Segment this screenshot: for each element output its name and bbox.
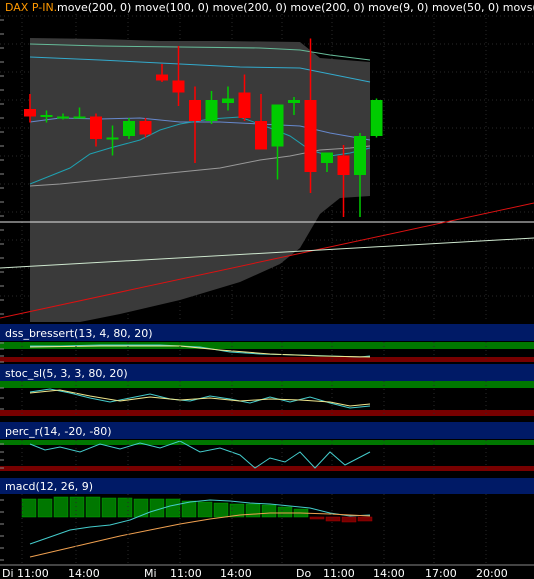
- time-label: 14:00: [68, 567, 100, 579]
- macd-panel-label: macd(12, 26, 9): [5, 480, 93, 493]
- stoc-overbought-band: [0, 381, 534, 388]
- indicator-list: move(200, 0) move(100, 0) move(200, 0) m…: [57, 1, 534, 14]
- candle-body: [90, 116, 102, 139]
- dss-oversold-band: [0, 357, 534, 362]
- candle-body: [139, 121, 152, 135]
- candle-body: [123, 121, 135, 136]
- macd-histogram-bar: [213, 502, 229, 518]
- time-label: 20:00: [476, 567, 508, 579]
- dss-panel[interactable]: dss_bressert(13, 4, 80, 20): [0, 324, 534, 362]
- macd-histogram-bar: [325, 516, 341, 522]
- candle-body: [156, 74, 168, 81]
- time-label: 14:00: [373, 567, 405, 579]
- macd-histogram-bar: [21, 498, 37, 518]
- macd-histogram-bar: [69, 496, 85, 518]
- price-panel[interactable]: [0, 0, 534, 322]
- time-label: 14:00: [220, 567, 252, 579]
- stoc-panel-label: stoc_sl(5, 3, 3, 80, 20): [5, 367, 128, 380]
- macd-histogram-bar: [197, 501, 213, 518]
- time-label: Do: [296, 567, 311, 579]
- macd-histogram-bar: [341, 516, 357, 523]
- macd-histogram: [21, 496, 373, 523]
- candle-body: [321, 152, 333, 163]
- candle-body: [238, 92, 251, 118]
- macd-histogram-bar: [101, 497, 117, 518]
- macd-histogram-bar: [165, 498, 181, 518]
- candle-body: [205, 100, 218, 121]
- perc-oversold-band: [0, 466, 534, 471]
- time-label: 11:00: [170, 567, 202, 579]
- macd-histogram-bar: [357, 516, 373, 522]
- candle-body: [304, 100, 317, 172]
- candle-body: [40, 115, 53, 117]
- perc-overbought-band: [0, 440, 534, 445]
- time-axis[interactable]: Di 11:00 14:00 Mi 11:00 14:00 Do 11:00 1…: [2, 567, 508, 579]
- stoc-oversold-band: [0, 410, 534, 416]
- macd-histogram-bar: [309, 516, 325, 520]
- perc-panel[interactable]: perc_r(14, -20, -80): [0, 422, 534, 471]
- candle-body: [189, 100, 201, 121]
- macd-histogram-bar: [85, 496, 101, 518]
- time-label: Di 11:00: [2, 567, 49, 579]
- macd-histogram-bar: [261, 504, 277, 518]
- candle-body: [354, 136, 366, 175]
- dss-panel-label: dss_bressert(13, 4, 80, 20): [5, 327, 153, 340]
- macd-histogram-bar: [53, 496, 69, 518]
- candle-body: [255, 121, 267, 150]
- candle-body: [57, 116, 69, 119]
- stoc-panel[interactable]: stoc_sl(5, 3, 3, 80, 20): [0, 364, 534, 416]
- macd-histogram-bar: [133, 498, 149, 518]
- perc-r-line: [29, 440, 371, 469]
- time-label: 11:00: [323, 567, 355, 579]
- symbol-label: DAX P-IN.: [5, 1, 57, 14]
- macd-histogram-bar: [277, 506, 293, 518]
- stock-chart: DAX P-IN. move(200, 0) move(100, 0) move…: [0, 0, 534, 579]
- macd-panel[interactable]: macd(12, 26, 9): [0, 478, 534, 558]
- candle-body: [73, 116, 86, 119]
- candle-body: [337, 155, 350, 175]
- candle-body: [172, 80, 185, 93]
- macd-histogram-bar: [117, 497, 133, 518]
- candle-body: [222, 98, 234, 103]
- candle-body: [288, 100, 300, 103]
- candle-body: [106, 137, 119, 140]
- perc-panel-label: perc_r(14, -20, -80): [5, 425, 112, 438]
- time-label: Mi: [144, 567, 157, 579]
- candle-body: [370, 100, 383, 136]
- macd-histogram-bar: [245, 503, 261, 518]
- candle-body: [271, 104, 284, 147]
- time-label: 17:00: [425, 567, 457, 579]
- macd-signal-line: [29, 512, 371, 558]
- macd-histogram-bar: [37, 498, 53, 518]
- candle-body: [24, 109, 36, 117]
